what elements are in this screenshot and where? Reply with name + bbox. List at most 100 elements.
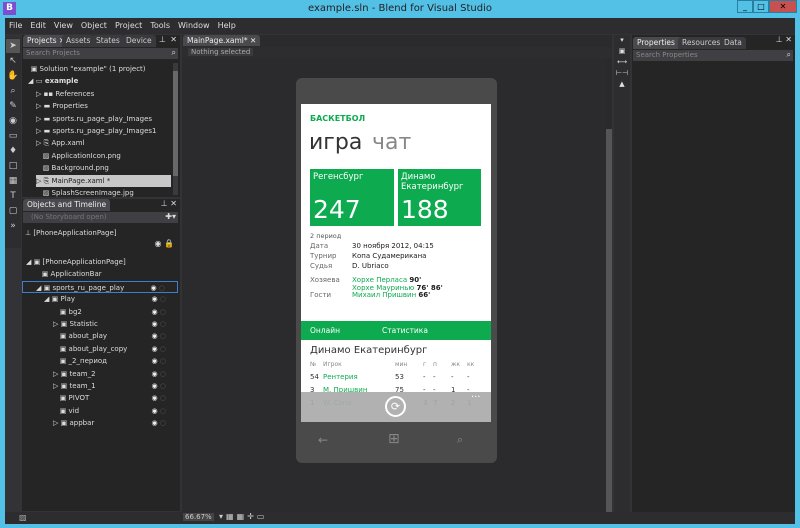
search-properties-input[interactable]: Search Properties xyxy=(633,50,793,61)
panel-close-icon[interactable]: ⊥ ✕ xyxy=(161,199,177,208)
project-tree-item[interactable]: ▨ SplashScreenImage.jpg xyxy=(36,187,134,199)
rectangle-tool-icon[interactable]: □ xyxy=(6,159,20,173)
object-tree-item[interactable]: ▣ ApplicationBar xyxy=(22,268,178,280)
objects-timeline-tab[interactable]: Objects and Timeline xyxy=(23,199,111,211)
visibility-eye-icon[interactable]: ◉ ○ xyxy=(152,392,166,404)
artboard-tools-icons[interactable]: ▾ ▣ ⟷ ⊢⊣ ▲ xyxy=(614,35,630,90)
object-tree-item[interactable]: ◢ ▣ Play ◉ ○ xyxy=(22,293,178,305)
grid-tool-icon[interactable]: ▦ xyxy=(6,174,20,188)
project-tree-item[interactable]: ▣ Solution "example" (1 project) xyxy=(24,63,146,75)
menu-file[interactable]: File xyxy=(5,18,26,34)
scrollbar[interactable] xyxy=(173,63,178,195)
menu-view[interactable]: View xyxy=(50,18,77,34)
object-tree-item[interactable]: ◢ ▣ [PhoneApplicationPage] xyxy=(22,256,178,268)
object-tree-item[interactable]: ▷ ▣ team_2 ◉ ○ xyxy=(22,368,178,380)
tree-item-label: Play xyxy=(60,295,76,304)
tab-data[interactable]: Data xyxy=(720,37,746,49)
project-tree-item[interactable]: ◢ ▭ example xyxy=(28,75,78,87)
refresh-icon[interactable]: ⟳ xyxy=(385,396,406,417)
tab-label: Assets xyxy=(66,36,91,45)
project-tree-item[interactable]: ▨ Background.png xyxy=(36,162,109,174)
zoom-level[interactable]: 66.67% xyxy=(183,513,214,521)
object-tree-item[interactable]: ▣ _2_период ◉ ○ xyxy=(22,355,178,367)
minimize-button[interactable]: _ xyxy=(737,0,753,13)
scorer[interactable]: Михаил Пришвин 66' xyxy=(352,291,430,299)
tab-assets[interactable]: Assets xyxy=(62,35,95,47)
object-tree-item[interactable]: ▣ PIVOT ◉ ○ xyxy=(22,392,178,404)
object-tree-item[interactable]: ◢ ▣ sports_ru_page_play ◉ ○ xyxy=(22,280,178,294)
add-storyboard-icon[interactable]: ✚▾ xyxy=(165,212,176,221)
visibility-eye-icon[interactable]: ◉ ○ xyxy=(152,368,166,380)
object-tree-item[interactable]: ▣ about_play_copy ◉ ○ xyxy=(22,343,178,355)
menu-window[interactable]: Window xyxy=(174,18,214,34)
brush-tool-icon[interactable]: ♦ xyxy=(6,144,20,158)
more-icon[interactable]: ··· xyxy=(471,392,481,403)
more-tools-icon[interactable]: » xyxy=(6,219,20,233)
search-projects-input[interactable]: Search Projects xyxy=(23,48,178,59)
search-icon[interactable]: ⌕ xyxy=(787,50,791,60)
back-icon[interactable]: ← xyxy=(318,433,328,447)
direct-select-tool-icon[interactable]: ↖ xyxy=(6,54,20,68)
close-button[interactable]: ✕ xyxy=(769,0,797,13)
storyboard-picker[interactable]: (No Storyboard open) xyxy=(23,212,178,223)
project-tree-item[interactable]: ▷ ▪▪ References xyxy=(36,88,94,100)
visibility-eye-icon[interactable]: ◉ ○ xyxy=(152,330,166,342)
pan-tool-icon[interactable]: ✋ xyxy=(6,69,20,83)
eye-lock-icons[interactable]: ◉ 🔒 xyxy=(155,239,174,248)
pivot-tab-game[interactable]: игра xyxy=(309,130,362,155)
project-tree-item[interactable]: ▷ ▬ Properties xyxy=(36,100,88,112)
view-mode-icons[interactable]: ▾▦▦✛▭ xyxy=(219,512,267,521)
menu-object[interactable]: Object xyxy=(77,18,111,34)
scope-label[interactable]: ⊥ [PhoneApplicationPage] xyxy=(25,227,117,239)
pin-icon[interactable]: ⊥ xyxy=(159,35,166,44)
tab-resources[interactable]: Resources xyxy=(678,37,725,49)
tab-online[interactable]: Онлайн xyxy=(310,326,340,335)
search-icon[interactable]: ⌕ xyxy=(457,433,463,447)
vertical-scrollbar[interactable] xyxy=(606,59,612,519)
eyedropper-tool-icon[interactable]: ✎ xyxy=(6,99,20,113)
paint-bucket-tool-icon[interactable]: ◉ xyxy=(6,114,20,128)
panel-close-icon[interactable]: ✕ xyxy=(170,35,177,44)
menu-project[interactable]: Project xyxy=(111,18,146,34)
windows-icon[interactable]: ⊞ xyxy=(388,431,400,447)
text-tool-icon[interactable]: T xyxy=(6,189,20,203)
object-tree-item[interactable]: ▣ bg2 ◉ ○ xyxy=(22,306,178,318)
timeline-toggle-icon[interactable]: ▨ xyxy=(19,513,27,522)
control-tool-icon[interactable]: ▢ xyxy=(6,204,20,218)
visibility-eye-icon[interactable]: ◉ ○ xyxy=(152,306,166,318)
project-tree-item[interactable]: ▷ ▬ sports.ru_page_play_Images xyxy=(36,113,152,125)
maximize-button[interactable]: □ xyxy=(753,0,769,13)
object-tree-item[interactable]: ▣ vid ◉ ○ xyxy=(22,405,178,417)
stats-header: мин xyxy=(395,361,408,368)
menu-help[interactable]: Help xyxy=(214,18,240,34)
panel-close-icon[interactable]: ⊥ ✕ xyxy=(776,35,792,44)
menu-tools[interactable]: Tools xyxy=(146,18,174,34)
tab-statistics[interactable]: Статистика xyxy=(382,326,428,335)
object-tree-item[interactable]: ▷ ▣ team_1 ◉ ○ xyxy=(22,380,178,392)
document-tab[interactable]: MainPage.xaml* ✕ xyxy=(183,35,261,46)
zoom-tool-icon[interactable]: ⌕ xyxy=(6,84,20,98)
project-tree-item[interactable]: ▷ ⎘ MainPage.xaml * xyxy=(36,174,171,187)
project-tree-item[interactable]: ▷ ▬ sports.ru_page_play_Images1 xyxy=(36,125,156,137)
menu-edit[interactable]: Edit xyxy=(26,18,50,34)
visibility-eye-icon[interactable]: ◉ ○ xyxy=(152,293,166,305)
eraser-tool-icon[interactable]: ▭ xyxy=(6,129,20,143)
tree-item-label: SplashScreenImage.jpg xyxy=(51,189,134,197)
tab-states[interactable]: States xyxy=(92,35,124,47)
visibility-eye-icon[interactable]: ◉ ○ xyxy=(151,282,165,294)
visibility-eye-icon[interactable]: ◉ ○ xyxy=(152,417,166,429)
visibility-eye-icon[interactable]: ◉ ○ xyxy=(152,318,166,330)
selection-tool-icon[interactable]: ➤ xyxy=(6,39,20,53)
visibility-eye-icon[interactable]: ◉ ○ xyxy=(152,380,166,392)
tab-device[interactable]: Device xyxy=(122,35,156,47)
visibility-eye-icon[interactable]: ◉ ○ xyxy=(152,405,166,417)
object-tree-item[interactable]: ▷ ▣ appbar ◉ ○ xyxy=(22,417,178,429)
visibility-eye-icon[interactable]: ◉ ○ xyxy=(152,355,166,367)
project-tree-item[interactable]: ▨ ApplicationIcon.png xyxy=(36,150,121,162)
search-icon[interactable]: ⌕ xyxy=(172,48,176,58)
pivot-tab-chat[interactable]: чат xyxy=(372,130,411,155)
visibility-eye-icon[interactable]: ◉ ○ xyxy=(152,343,166,355)
object-tree-item[interactable]: ▷ ▣ Statistic ◉ ○ xyxy=(22,318,178,330)
project-tree-item[interactable]: ▷ ⎘ App.xaml xyxy=(36,137,85,149)
object-tree-item[interactable]: ▣ about_play ◉ ○ xyxy=(22,330,178,342)
